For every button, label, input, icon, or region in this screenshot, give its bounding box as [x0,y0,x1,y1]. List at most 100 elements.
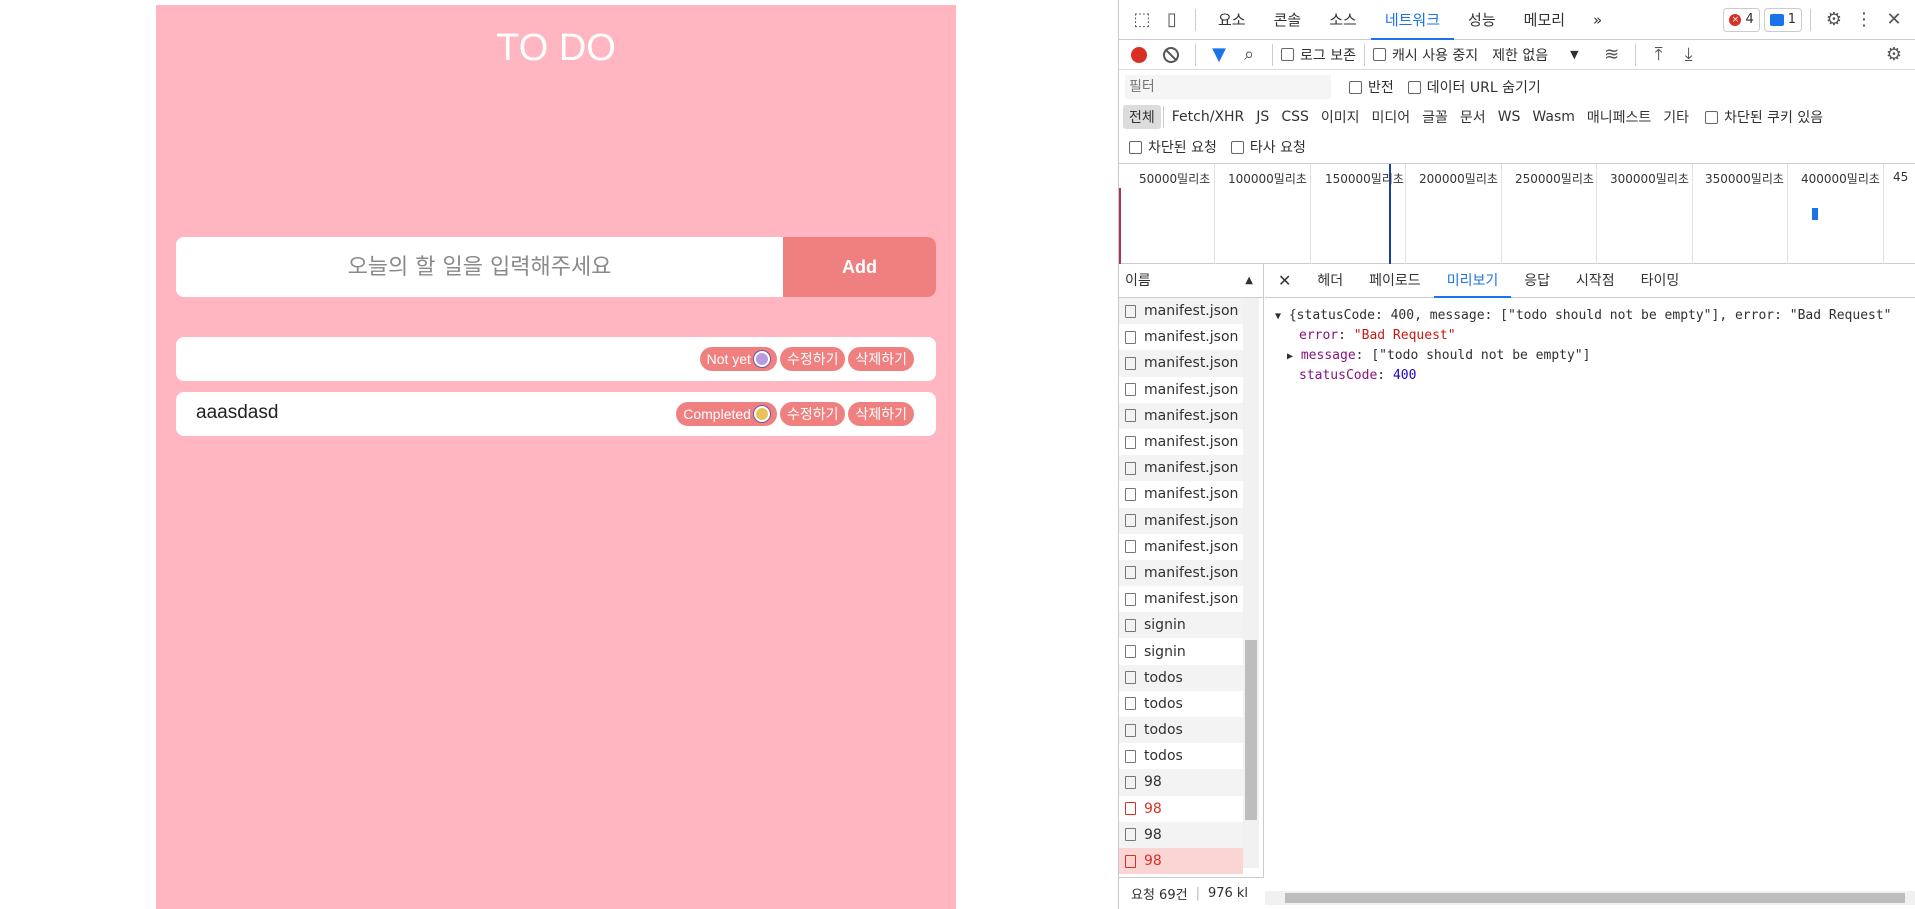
device-toolbar-icon[interactable]: ▯ [1157,5,1187,35]
request-row[interactable]: 98 [1119,821,1243,848]
scroll-thumb[interactable] [1285,893,1905,903]
request-row[interactable]: manifest.json [1119,559,1243,587]
request-row[interactable]: manifest.json [1119,507,1243,534]
json-value: "Bad Request" [1353,328,1456,343]
error-count-badge[interactable]: × 4 [1723,7,1760,32]
error-icon: × [1729,13,1742,26]
request-name: 98 [1144,800,1162,817]
type-filter-wasm[interactable]: Wasm [1526,107,1580,127]
request-row[interactable]: manifest.json [1119,377,1243,403]
clear-icon[interactable] [1163,46,1179,63]
more-options-icon[interactable]: ⋮ [1849,5,1879,35]
disable-cache-checkbox[interactable]: 캐시 사용 중지 [1372,45,1478,65]
request-row[interactable]: manifest.json [1119,455,1243,482]
network-overview-timeline[interactable]: 50000밀리초 100000밀리초 150000밀리초 200000밀리초 2… [1119,163,1915,264]
blocked-requests-checkbox[interactable]: 차단된 요청 [1129,137,1217,157]
request-row[interactable]: manifest.json [1119,586,1243,612]
request-row[interactable]: manifest.json [1119,298,1243,325]
tab-response[interactable]: 응답 [1511,264,1563,298]
request-row[interactable]: 98 [1119,796,1243,822]
type-filter-other[interactable]: 기타 [1657,105,1695,129]
add-button[interactable]: Add [783,237,936,297]
type-filter-all[interactable]: 전체 [1123,105,1161,129]
request-row[interactable]: manifest.json [1119,402,1243,429]
inspect-element-icon[interactable]: ⬚ [1127,5,1157,35]
throttle-select[interactable]: 제한 없음 [1492,45,1548,65]
blocked-cookies-checkbox[interactable]: 차단된 쿠키 있음 [1705,107,1823,127]
request-row[interactable]: 98 [1119,847,1243,875]
import-har-icon[interactable]: ⤒ [1644,40,1674,70]
request-row[interactable]: todos [1119,664,1243,691]
checkbox-label: 타사 요청 [1249,140,1306,156]
invert-checkbox[interactable]: 반전 [1349,77,1394,97]
settings-gear-icon[interactable]: ⚙ [1819,5,1849,35]
network-settings-gear-icon[interactable]: ⚙ [1879,40,1909,70]
todo-input[interactable] [176,237,783,297]
request-row[interactable]: manifest.json [1119,324,1243,350]
network-conditions-icon[interactable]: ≋ [1597,40,1627,70]
filter-input[interactable] [1125,75,1331,99]
third-party-checkbox[interactable]: 타사 요청 [1230,137,1306,157]
scroll-thumb[interactable] [1245,640,1257,820]
file-icon [1125,645,1136,659]
tab-headers[interactable]: 헤더 [1304,264,1356,298]
json-property[interactable]: ▶ message: ["todo should not be empty"] [1275,346,1915,366]
request-row[interactable]: todos [1119,717,1243,744]
request-row[interactable]: signin [1119,638,1243,664]
person-emoji-icon [753,351,770,367]
hide-data-urls-checkbox[interactable]: 데이터 URL 숨기기 [1407,77,1541,97]
json-root-line[interactable]: ▼ {statusCode: 400, message: ["todo shou… [1275,306,1915,326]
request-row[interactable]: todos [1119,743,1243,769]
type-filter-img[interactable]: 이미지 [1315,105,1366,129]
timeline-label: 350000밀리초 [1705,172,1784,186]
record-icon[interactable] [1131,46,1147,63]
close-detail-icon[interactable]: ✕ [1265,264,1304,298]
request-row[interactable]: manifest.json [1119,534,1243,560]
filter-icon[interactable]: ▼ [1204,40,1234,70]
grid-line [1692,164,1693,264]
preserve-log-checkbox[interactable]: 로그 보존 [1281,45,1356,65]
request-row[interactable]: manifest.json [1119,429,1243,455]
tab-network[interactable]: 네트워크 [1370,0,1455,40]
edit-button[interactable]: 수정하기 [779,347,846,371]
type-filter-fetch-xhr[interactable]: Fetch/XHR [1166,107,1251,127]
tab-payload[interactable]: 페이로드 [1356,264,1434,298]
tab-preview[interactable]: 미리보기 [1433,264,1512,298]
search-icon[interactable]: ⌕ [1234,40,1264,70]
tab-initiator[interactable]: 시작점 [1563,264,1628,298]
edit-button[interactable]: 수정하기 [779,402,846,426]
request-row[interactable]: manifest.json [1119,350,1243,377]
request-name: 98 [1144,774,1162,791]
type-filter-media[interactable]: 미디어 [1366,105,1417,129]
tab-sources[interactable]: 소스 [1315,0,1371,40]
tab-elements[interactable]: 요소 [1204,0,1260,40]
tab-timing[interactable]: 타이밍 [1628,264,1693,298]
message-count-badge[interactable]: 1 [1763,7,1802,32]
status-toggle-button[interactable]: Not yet [699,347,777,371]
status-toggle-button[interactable]: Completed [676,402,777,426]
delete-button[interactable]: 삭제하기 [848,402,914,426]
chevron-down-icon[interactable]: ▼ [1570,48,1578,61]
tab-memory[interactable]: 메모리 [1510,0,1579,40]
separator [1634,43,1636,66]
request-list-scrollbar[interactable] [1243,298,1259,868]
type-filter-manifest[interactable]: 매니페스트 [1581,105,1657,129]
close-icon[interactable]: ✕ [1879,5,1909,35]
tab-performance[interactable]: 성능 [1454,0,1510,40]
type-filter-ws[interactable]: WS [1492,107,1527,127]
horizontal-scrollbar[interactable] [1265,891,1915,905]
request-row[interactable]: 98 [1119,769,1243,796]
type-filter-font[interactable]: 글꼴 [1416,105,1454,129]
tab-console[interactable]: 콘솔 [1260,0,1316,40]
json-property: statusCode: 400 [1299,368,1417,383]
name-column-header[interactable]: 이름 ▲ [1119,264,1263,298]
request-row[interactable]: todos [1119,691,1243,717]
type-filter-doc[interactable]: 문서 [1454,105,1492,129]
request-row[interactable]: signin [1119,612,1243,639]
request-row[interactable]: manifest.json [1119,481,1243,507]
more-tabs-button[interactable]: » [1579,0,1616,40]
delete-button[interactable]: 삭제하기 [848,347,914,371]
type-filter-css[interactable]: CSS [1275,107,1315,127]
export-har-icon[interactable]: ⤓ [1674,40,1704,70]
type-filter-js[interactable]: JS [1250,107,1275,127]
